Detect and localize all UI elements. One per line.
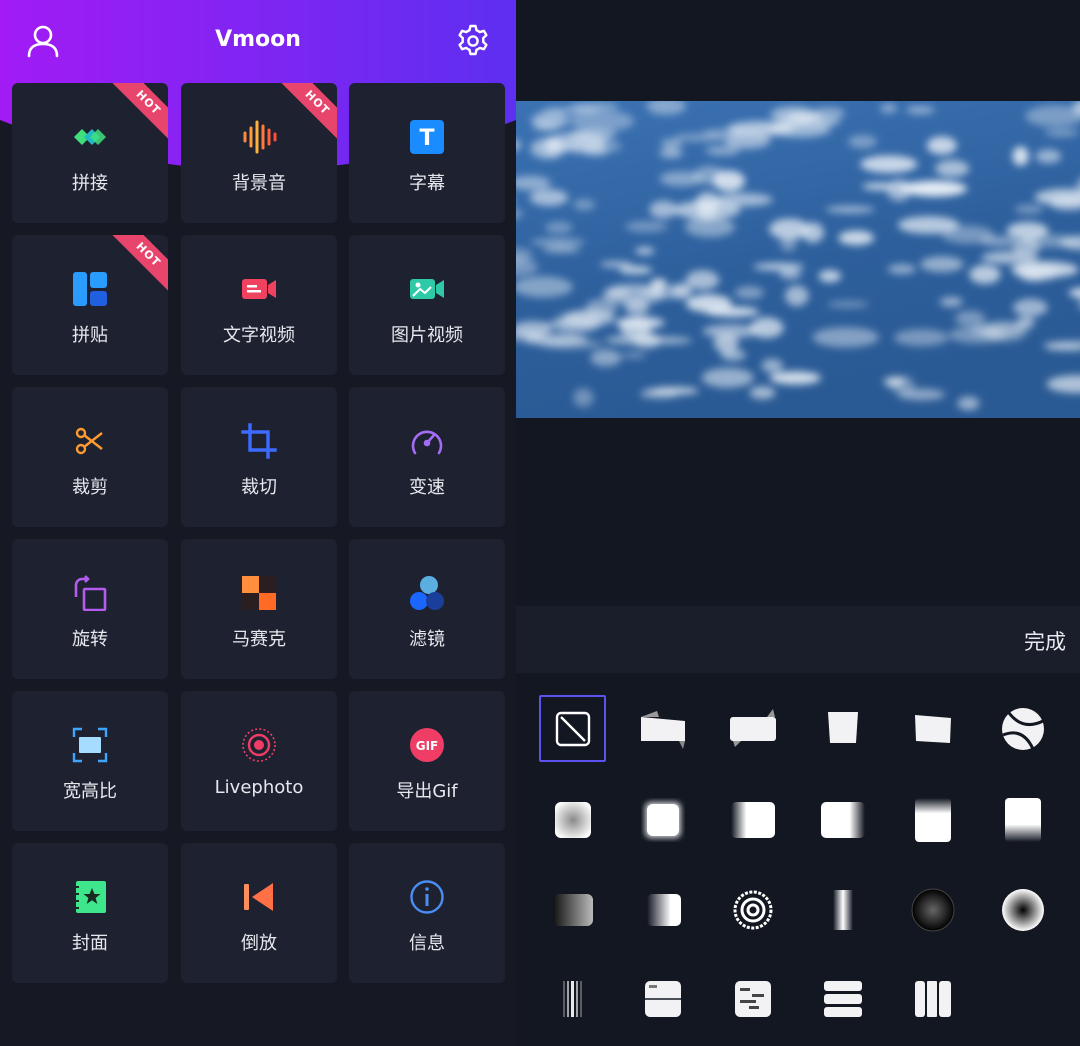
split-h-icon[interactable]	[635, 971, 691, 1027]
text-lines-icon[interactable]	[725, 971, 781, 1027]
editor-toolbar: 完成	[516, 606, 1080, 673]
fold-icon[interactable]	[815, 701, 871, 757]
audio-wave-icon	[241, 119, 277, 155]
tool-label: 倒放	[241, 933, 277, 954]
rings-icon[interactable]	[725, 882, 781, 938]
glow-square-icon[interactable]	[635, 792, 691, 848]
tool-tile-scissors[interactable]: 裁剪	[12, 387, 168, 527]
tilt-icon[interactable]	[905, 701, 961, 757]
tool-tile-reverse[interactable]: 倒放	[181, 843, 337, 983]
tool-tile-rotate[interactable]: 旋转	[12, 539, 168, 679]
cover-icon	[72, 879, 108, 915]
tool-tile-text-video[interactable]: 文字视频	[181, 235, 337, 375]
tool-tile-text-t[interactable]: T 字幕	[349, 83, 505, 223]
tool-label: Livephoto	[214, 777, 304, 798]
collage-icon	[72, 271, 108, 307]
crop-icon	[241, 423, 277, 459]
hot-badge: HOT	[108, 235, 168, 295]
tool-tile-stitch[interactable]: 拼接 HOT	[12, 83, 168, 223]
tools-panel: Vmoon 拼接 HOT 背景音 HOT T 字幕拼贴 HOT 文字视频 图片视频裁剪 裁切 变速旋…	[0, 0, 516, 1046]
app-title: Vmoon	[215, 27, 301, 52]
tool-label: 导出Gif	[396, 781, 458, 802]
tool-tile-audio-wave[interactable]: 背景音 HOT	[181, 83, 337, 223]
gear-icon[interactable]	[455, 23, 491, 59]
info-icon	[409, 879, 445, 915]
tool-tile-livephoto[interactable]: Livephoto	[181, 691, 337, 831]
photo-video-icon	[409, 271, 445, 307]
tool-label: 信息	[409, 933, 445, 954]
fade-bottom-icon[interactable]	[905, 792, 961, 848]
blinds-icon[interactable]	[545, 971, 601, 1027]
mosaic-icon	[241, 575, 277, 611]
tool-label: 拼接	[72, 173, 108, 194]
columns-icon[interactable]	[905, 971, 961, 1027]
speedometer-icon	[409, 423, 445, 459]
tool-label: 变速	[409, 477, 445, 498]
top-bar: Vmoon	[0, 0, 516, 82]
text-video-icon	[241, 271, 277, 307]
reverse-icon	[241, 879, 277, 915]
done-button[interactable]: 完成	[1024, 626, 1066, 656]
flip-left-icon[interactable]	[635, 701, 691, 757]
text-t-icon: T	[409, 119, 445, 155]
video-preview[interactable]	[516, 101, 1080, 418]
bars-icon[interactable]	[815, 971, 871, 1027]
tool-label: 宽高比	[63, 781, 117, 802]
stitch-icon	[72, 119, 108, 155]
tool-label: 拼贴	[72, 325, 108, 346]
hot-badge: HOT	[277, 83, 337, 143]
tool-label: 马赛克	[232, 629, 286, 650]
tool-tile-aspect-ratio[interactable]: 宽高比	[12, 691, 168, 831]
fade-top-icon[interactable]	[995, 792, 1051, 848]
tool-tile-photo-video[interactable]: 图片视频	[349, 235, 505, 375]
gif-icon: GIF	[409, 727, 445, 763]
swirl-icon[interactable]	[995, 701, 1051, 757]
svg-text:T: T	[419, 126, 434, 151]
tool-label: 旋转	[72, 629, 108, 650]
tool-label: 裁剪	[72, 477, 108, 498]
light-sphere-icon[interactable]	[995, 882, 1051, 938]
tool-label: 滤镜	[409, 629, 445, 650]
gradient-left-icon[interactable]	[635, 882, 691, 938]
tool-tile-mosaic[interactable]: 马赛克	[181, 539, 337, 679]
tool-tile-cover[interactable]: 封面	[12, 843, 168, 983]
tool-label: 文字视频	[223, 325, 295, 346]
gradient-horizontal-icon[interactable]	[545, 882, 601, 938]
scissors-icon	[72, 423, 108, 459]
tool-label: 字幕	[409, 173, 445, 194]
hot-badge: HOT	[108, 83, 168, 143]
flip-right-icon[interactable]	[725, 701, 781, 757]
fade-right-icon[interactable]	[815, 792, 871, 848]
filter-icon	[409, 575, 445, 611]
blur-square-icon[interactable]	[545, 792, 601, 848]
tool-tile-gif[interactable]: GIF 导出Gif	[349, 691, 505, 831]
svg-text:GIF: GIF	[416, 739, 439, 753]
rotate-icon	[72, 575, 108, 612]
livephoto-icon	[241, 727, 277, 763]
tool-label: 图片视频	[391, 325, 463, 346]
none-icon[interactable]	[545, 701, 601, 757]
fade-left-icon[interactable]	[725, 792, 781, 848]
aspect-ratio-icon	[72, 727, 108, 763]
tool-tile-collage[interactable]: 拼贴 HOT	[12, 235, 168, 375]
tool-tile-crop[interactable]: 裁切	[181, 387, 337, 527]
tool-label: 背景音	[232, 173, 286, 194]
tool-label: 封面	[72, 933, 108, 954]
tool-tile-filter[interactable]: 滤镜	[349, 539, 505, 679]
tool-label: 裁切	[241, 477, 277, 498]
editor-panel: 完成	[516, 0, 1080, 1046]
tool-tile-speedometer[interactable]: 变速	[349, 387, 505, 527]
stripe-center-icon[interactable]	[815, 882, 871, 938]
tool-tile-info[interactable]: 信息	[349, 843, 505, 983]
dark-sphere-icon[interactable]	[905, 882, 961, 938]
